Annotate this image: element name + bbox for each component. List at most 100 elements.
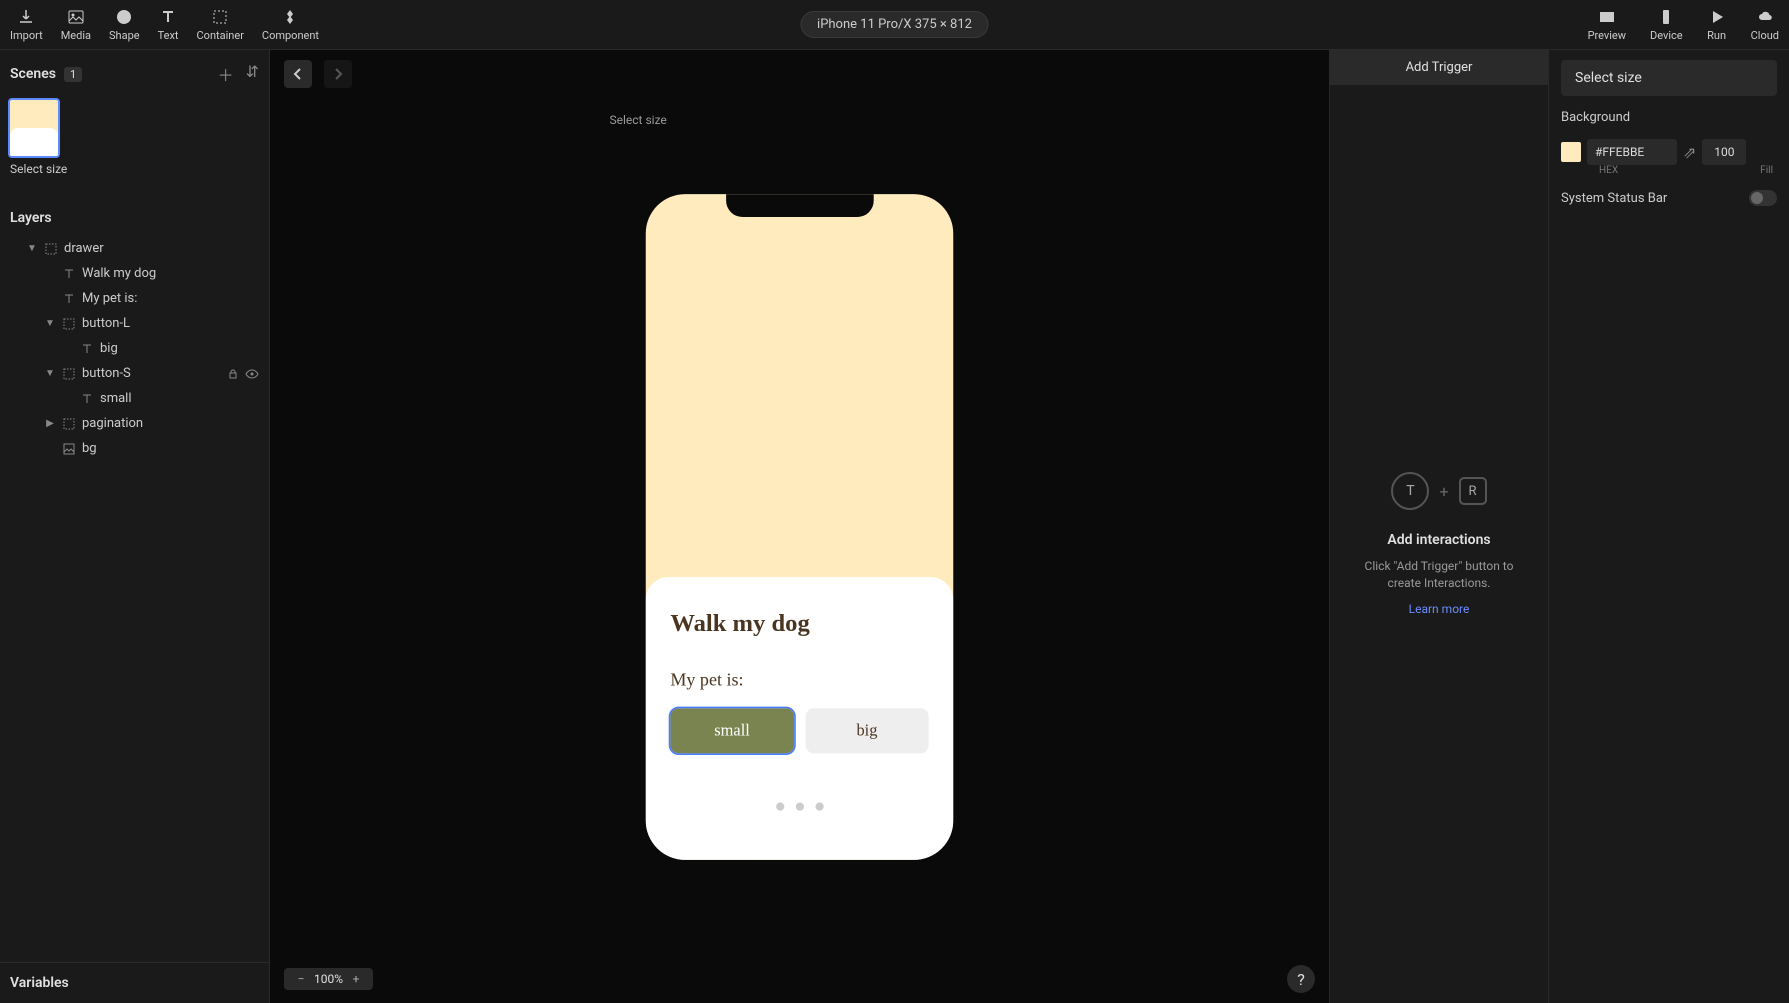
properties-panel: Select size Background ⇗ HEX Fill System…: [1549, 50, 1789, 1003]
response-icon: R: [1459, 477, 1487, 505]
plus-icon: +: [1439, 482, 1448, 501]
add-scene-icon[interactable]: ＋: [218, 62, 234, 86]
shape-label: Shape: [109, 29, 140, 42]
canvas-bottom-bar: − 100% + ?: [270, 955, 1329, 1003]
interactions-panel: Add Trigger T + R Add interactions Click…: [1329, 50, 1549, 1003]
text-icon: [80, 392, 94, 406]
button-small[interactable]: small: [670, 708, 793, 753]
drawer-element[interactable]: Walk my dog My pet is: small big: [646, 577, 954, 860]
page-dot: [815, 802, 823, 810]
interactions-empty-state: T + R Add interactions Click "Add Trigge…: [1330, 85, 1548, 1003]
container-icon: [62, 317, 76, 331]
import-icon: [16, 7, 36, 27]
status-bar-label: System Status Bar: [1561, 191, 1667, 206]
layer-name: bg: [82, 441, 97, 456]
hex-sublabel: HEX: [1599, 165, 1618, 176]
import-button[interactable]: Import: [10, 7, 43, 42]
phone-mock[interactable]: Walk my dog My pet is: small big: [646, 194, 954, 860]
media-label: Media: [61, 29, 91, 42]
layer-bg[interactable]: bg: [4, 436, 265, 461]
container-icon: [62, 367, 76, 381]
eye-icon[interactable]: [245, 368, 259, 380]
hex-input[interactable]: [1587, 139, 1677, 165]
text-icon: [62, 292, 76, 306]
caret-icon[interactable]: ▶: [44, 418, 56, 429]
pagination-dots[interactable]: [670, 802, 928, 810]
learn-more-link[interactable]: Learn more: [1409, 602, 1470, 616]
layer-big[interactable]: big: [4, 336, 265, 361]
layers-section: Layers ▼ drawer Walk my dog My pet is: ▼…: [0, 210, 269, 962]
bg-sublabels: HEX Fill: [1561, 165, 1777, 176]
text-button[interactable]: Text: [158, 7, 179, 42]
scene-thumb-label: Select size: [8, 162, 261, 176]
button-big[interactable]: big: [805, 708, 928, 753]
sort-scenes-icon[interactable]: ⇵: [246, 62, 259, 86]
phone-notch: [726, 194, 874, 217]
drawer-title[interactable]: Walk my dog: [670, 609, 928, 637]
layer-name: My pet is:: [82, 291, 137, 306]
shape-icon: [114, 7, 134, 27]
color-swatch[interactable]: [1561, 142, 1581, 162]
layer-name: drawer: [64, 241, 104, 256]
container-icon: [62, 417, 76, 431]
fill-input[interactable]: [1702, 139, 1746, 165]
layer-pagination[interactable]: ▶ pagination: [4, 411, 265, 436]
help-button[interactable]: ?: [1287, 965, 1315, 993]
shape-button[interactable]: Shape: [109, 7, 140, 42]
scene-thumbnail[interactable]: [8, 98, 60, 158]
drawer-subtitle[interactable]: My pet is:: [670, 668, 928, 689]
zoom-control: − 100% +: [284, 968, 373, 990]
fill-sublabel: Fill: [1760, 165, 1773, 176]
text-icon: [62, 267, 76, 281]
layer-button-l[interactable]: ▼ button-L: [4, 311, 265, 336]
top-toolbar: Import Media Shape Text Container Compon…: [0, 0, 1789, 50]
device-icon: [1656, 7, 1676, 27]
layer-button-s[interactable]: ▼ button-S: [4, 361, 265, 386]
layer-small[interactable]: small: [4, 386, 265, 411]
caret-icon[interactable]: ▼: [44, 318, 56, 329]
layer-drawer[interactable]: ▼ drawer: [4, 236, 265, 261]
tool-group-left: Import Media Shape Text Container Compon…: [10, 7, 319, 42]
play-icon: [1707, 7, 1727, 27]
run-label: Run: [1707, 29, 1726, 42]
canvas-nav: [270, 50, 1329, 98]
zoom-value[interactable]: 100%: [314, 972, 343, 986]
layers-title: Layers: [4, 210, 265, 236]
component-icon: [280, 7, 300, 27]
zoom-in-button[interactable]: +: [347, 972, 365, 986]
select-size-button[interactable]: Select size: [1561, 60, 1777, 96]
caret-icon[interactable]: ▼: [44, 368, 56, 379]
device-button[interactable]: Device: [1650, 7, 1683, 42]
add-trigger-button[interactable]: Add Trigger: [1330, 50, 1548, 85]
lock-icon[interactable]: [227, 368, 239, 380]
size-buttons: small big: [670, 708, 928, 753]
canvas-scene-label[interactable]: Select size: [610, 113, 667, 127]
interactions-title: Add interactions: [1387, 532, 1490, 548]
interactions-desc: Click "Add Trigger" button to create Int…: [1350, 558, 1528, 592]
trigger-response-icons: T + R: [1391, 472, 1486, 510]
cloud-button[interactable]: Cloud: [1751, 7, 1779, 42]
device-selector[interactable]: iPhone 11 Pro/X 375 × 812: [800, 11, 989, 38]
nav-forward-button[interactable]: [324, 60, 352, 88]
status-bar-toggle[interactable]: [1749, 190, 1777, 206]
nav-back-button[interactable]: [284, 60, 312, 88]
zoom-out-button[interactable]: −: [292, 972, 310, 986]
scenes-title: Scenes: [10, 66, 56, 82]
layer-my-pet-is[interactable]: My pet is:: [4, 286, 265, 311]
scene-thumbnails: Select size: [0, 94, 269, 180]
container-button[interactable]: Container: [197, 7, 244, 42]
run-button[interactable]: Run: [1707, 7, 1727, 42]
layer-walk-my-dog[interactable]: Walk my dog: [4, 261, 265, 286]
component-button[interactable]: Component: [262, 7, 319, 42]
caret-icon[interactable]: ▼: [26, 243, 38, 254]
container-label: Container: [197, 29, 244, 42]
background-row: ⇗: [1561, 139, 1777, 165]
variables-section[interactable]: Variables: [0, 962, 269, 1003]
layer-name: button-S: [82, 366, 131, 381]
layer-name: Walk my dog: [82, 266, 156, 281]
canvas-viewport[interactable]: Select size Walk my dog My pet is: small…: [270, 98, 1329, 955]
eyedropper-icon[interactable]: ⇗: [1683, 143, 1696, 162]
left-panel: Scenes 1 ＋ ⇵ Select size Layers ▼ drawer…: [0, 50, 270, 1003]
media-button[interactable]: Media: [61, 7, 91, 42]
preview-button[interactable]: Preview: [1588, 7, 1626, 42]
